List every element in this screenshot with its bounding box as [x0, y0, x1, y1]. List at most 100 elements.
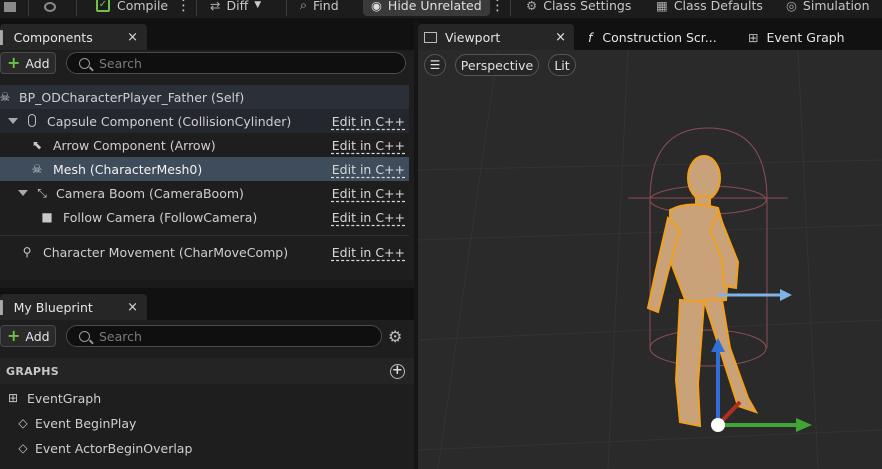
save-icon[interactable]: [4, 0, 16, 16]
tab-components[interactable]: ▌ Components ×: [0, 24, 147, 50]
simulation-button[interactable]: ◎ Simulation: [786, 0, 870, 16]
components-tabbar: ▌ Components ×: [0, 18, 414, 50]
toolbar-separator: [510, 0, 511, 16]
component-row-character-movement[interactable]: ⚲ Character Movement (CharMoveComp) Edit…: [0, 240, 409, 264]
component-row-mesh[interactable]: ☠ Mesh (CharacterMesh0) Edit in C++: [0, 157, 409, 181]
toolbar-separator: [286, 0, 287, 16]
add-graph-icon[interactable]: +: [390, 363, 405, 379]
eye-icon: ◉: [371, 0, 382, 13]
find-label: Find: [313, 0, 339, 13]
component-row-arrow[interactable]: ⬉ Arrow Component (Arrow) Edit in C++: [0, 133, 409, 157]
component-label: Follow Camera (FollowCamera): [63, 209, 258, 225]
hide-unrelated-button[interactable]: ◉ Hide Unrelated: [363, 0, 490, 16]
components-tab-label: Components: [13, 29, 93, 45]
graph-item-event-actorbeginoverlap[interactable]: ◇ Event ActorBeginOverlap: [0, 436, 409, 460]
component-label: Mesh (CharacterMesh0): [53, 161, 203, 177]
toolbar-separator: [28, 0, 29, 16]
graphs-section-header[interactable]: GRAPHS +: [0, 358, 414, 384]
search-icon: ⌕: [300, 0, 308, 12]
hamburger-icon: ☰: [429, 58, 441, 72]
edit-in-cpp-link[interactable]: Edit in C++: [332, 245, 405, 260]
camera-icon: ■: [41, 210, 53, 224]
edit-in-cpp-link[interactable]: Edit in C++: [332, 162, 405, 177]
find-button[interactable]: ⌕ Find: [300, 0, 339, 16]
close-icon[interactable]: ×: [127, 300, 138, 315]
component-label: Character Movement (CharMoveComp): [43, 244, 289, 260]
chevron-down-icon: [18, 190, 28, 196]
graphs-header-label: GRAPHS: [6, 364, 60, 378]
components-tab-icon: ▌: [0, 29, 8, 45]
search-placeholder: Search: [99, 328, 142, 344]
viewport-scene[interactable]: [418, 50, 882, 469]
add-member-button[interactable]: + Add: [0, 325, 56, 347]
add-component-button[interactable]: + Add: [0, 52, 56, 74]
component-row-camera-boom[interactable]: ⤡ Camera Boom (CameraBoom) Edit in C++: [0, 181, 409, 205]
compile-status-icon: ✓: [96, 0, 110, 12]
lit-label: Lit: [554, 57, 570, 73]
compile-button[interactable]: ✓ Compile: [96, 0, 168, 16]
simulation-label: Simulation: [802, 0, 870, 13]
plus-icon: +: [7, 53, 21, 72]
tab-construction-script[interactable]: f Construction Scr...: [588, 24, 717, 50]
event-graph-tab-label: Event Graph: [766, 29, 845, 45]
edit-in-cpp-link[interactable]: Edit in C++: [332, 210, 405, 225]
tab-my-blueprint[interactable]: ▌ My Blueprint ×: [0, 294, 147, 320]
chevron-down-icon: ▼: [254, 0, 262, 10]
component-row-follow-camera[interactable]: ■ Follow Camera (FollowCamera) Edit in C…: [0, 205, 409, 229]
class-settings-label: Class Settings: [543, 0, 632, 13]
blueprint-tab-label: My Blueprint: [13, 299, 93, 315]
viewport-tab-icon: [424, 31, 437, 43]
perspective-label: Perspective: [460, 57, 534, 73]
viewport-tab-label: Viewport: [445, 29, 501, 45]
add-label: Add: [25, 55, 50, 71]
graph-item-label: EventGraph: [27, 390, 102, 406]
viewport-tabbar: Viewport × f Construction Scr... ⊞ Event…: [418, 18, 882, 50]
event-icon: ◇: [18, 441, 28, 455]
compile-options-icon[interactable]: ⋮: [176, 0, 191, 16]
tab-viewport[interactable]: Viewport ×: [418, 24, 574, 50]
component-row-self[interactable]: ☠ BP_ODCharacterPlayer_Father (Self): [0, 85, 409, 109]
search-placeholder: Search: [99, 55, 142, 71]
function-icon: f: [588, 29, 593, 45]
edit-in-cpp-link[interactable]: Edit in C++: [332, 138, 405, 153]
compile-label: Compile: [117, 0, 169, 13]
add-label: Add: [25, 328, 50, 344]
skeletal-mesh-icon: ☠: [31, 162, 43, 176]
edit-in-cpp-link[interactable]: Edit in C++: [332, 186, 405, 201]
toolbar-separator: [76, 0, 77, 16]
graph-item-event-beginplay[interactable]: ◇ Event BeginPlay: [0, 411, 409, 435]
lit-button[interactable]: Lit: [548, 54, 576, 76]
component-label: Arrow Component (Arrow): [53, 137, 216, 153]
blueprint-tabbar: ▌ My Blueprint ×: [0, 288, 414, 320]
plus-icon: +: [7, 326, 21, 345]
component-row-capsule[interactable]: Capsule Component (CollisionCylinder) Ed…: [0, 109, 409, 133]
main-toolbar: ✓ Compile ⋮ ⇄ Diff ▼ ⌕ Find ◉ Hide Unrel…: [0, 0, 882, 18]
edit-in-cpp-link[interactable]: Edit in C++: [332, 114, 405, 129]
viewport-options-button[interactable]: ☰: [424, 54, 446, 76]
blueprint-search-input[interactable]: Search: [66, 325, 382, 347]
component-label: Camera Boom (CameraBoom): [56, 185, 244, 201]
tab-event-graph[interactable]: ⊞ Event Graph: [748, 24, 845, 50]
character-mesh: [646, 155, 759, 428]
gear-icon[interactable]: ⚙: [388, 327, 402, 346]
diff-button[interactable]: ⇄ Diff ▼: [210, 0, 261, 16]
blueprint-self-icon: ☠: [0, 90, 11, 104]
class-settings-button[interactable]: ⚙ Class Settings: [526, 0, 631, 16]
graph-icon: ⊞: [7, 391, 19, 405]
components-search-input[interactable]: Search: [66, 52, 406, 74]
capsule-icon: [25, 114, 39, 128]
hide-unrelated-options-icon[interactable]: ⋮: [490, 0, 505, 16]
arrow-component-icon: ⬉: [31, 138, 43, 152]
close-icon[interactable]: ×: [555, 30, 566, 45]
class-defaults-button[interactable]: ▦ Class Defaults: [656, 0, 763, 16]
blueprint-tab-icon: ▌: [0, 299, 8, 315]
graph-item-label: Event ActorBeginOverlap: [35, 440, 193, 456]
browse-icon[interactable]: [44, 0, 56, 16]
perspective-button[interactable]: Perspective: [455, 54, 539, 76]
graph-item-eventgraph[interactable]: ⊞ EventGraph: [0, 386, 409, 410]
close-icon[interactable]: ×: [127, 30, 138, 45]
diff-icon: ⇄: [210, 0, 221, 13]
diff-label: Diff: [226, 0, 249, 13]
chevron-down-icon: [8, 118, 18, 124]
hide-unrelated-label: Hide Unrelated: [387, 0, 482, 13]
